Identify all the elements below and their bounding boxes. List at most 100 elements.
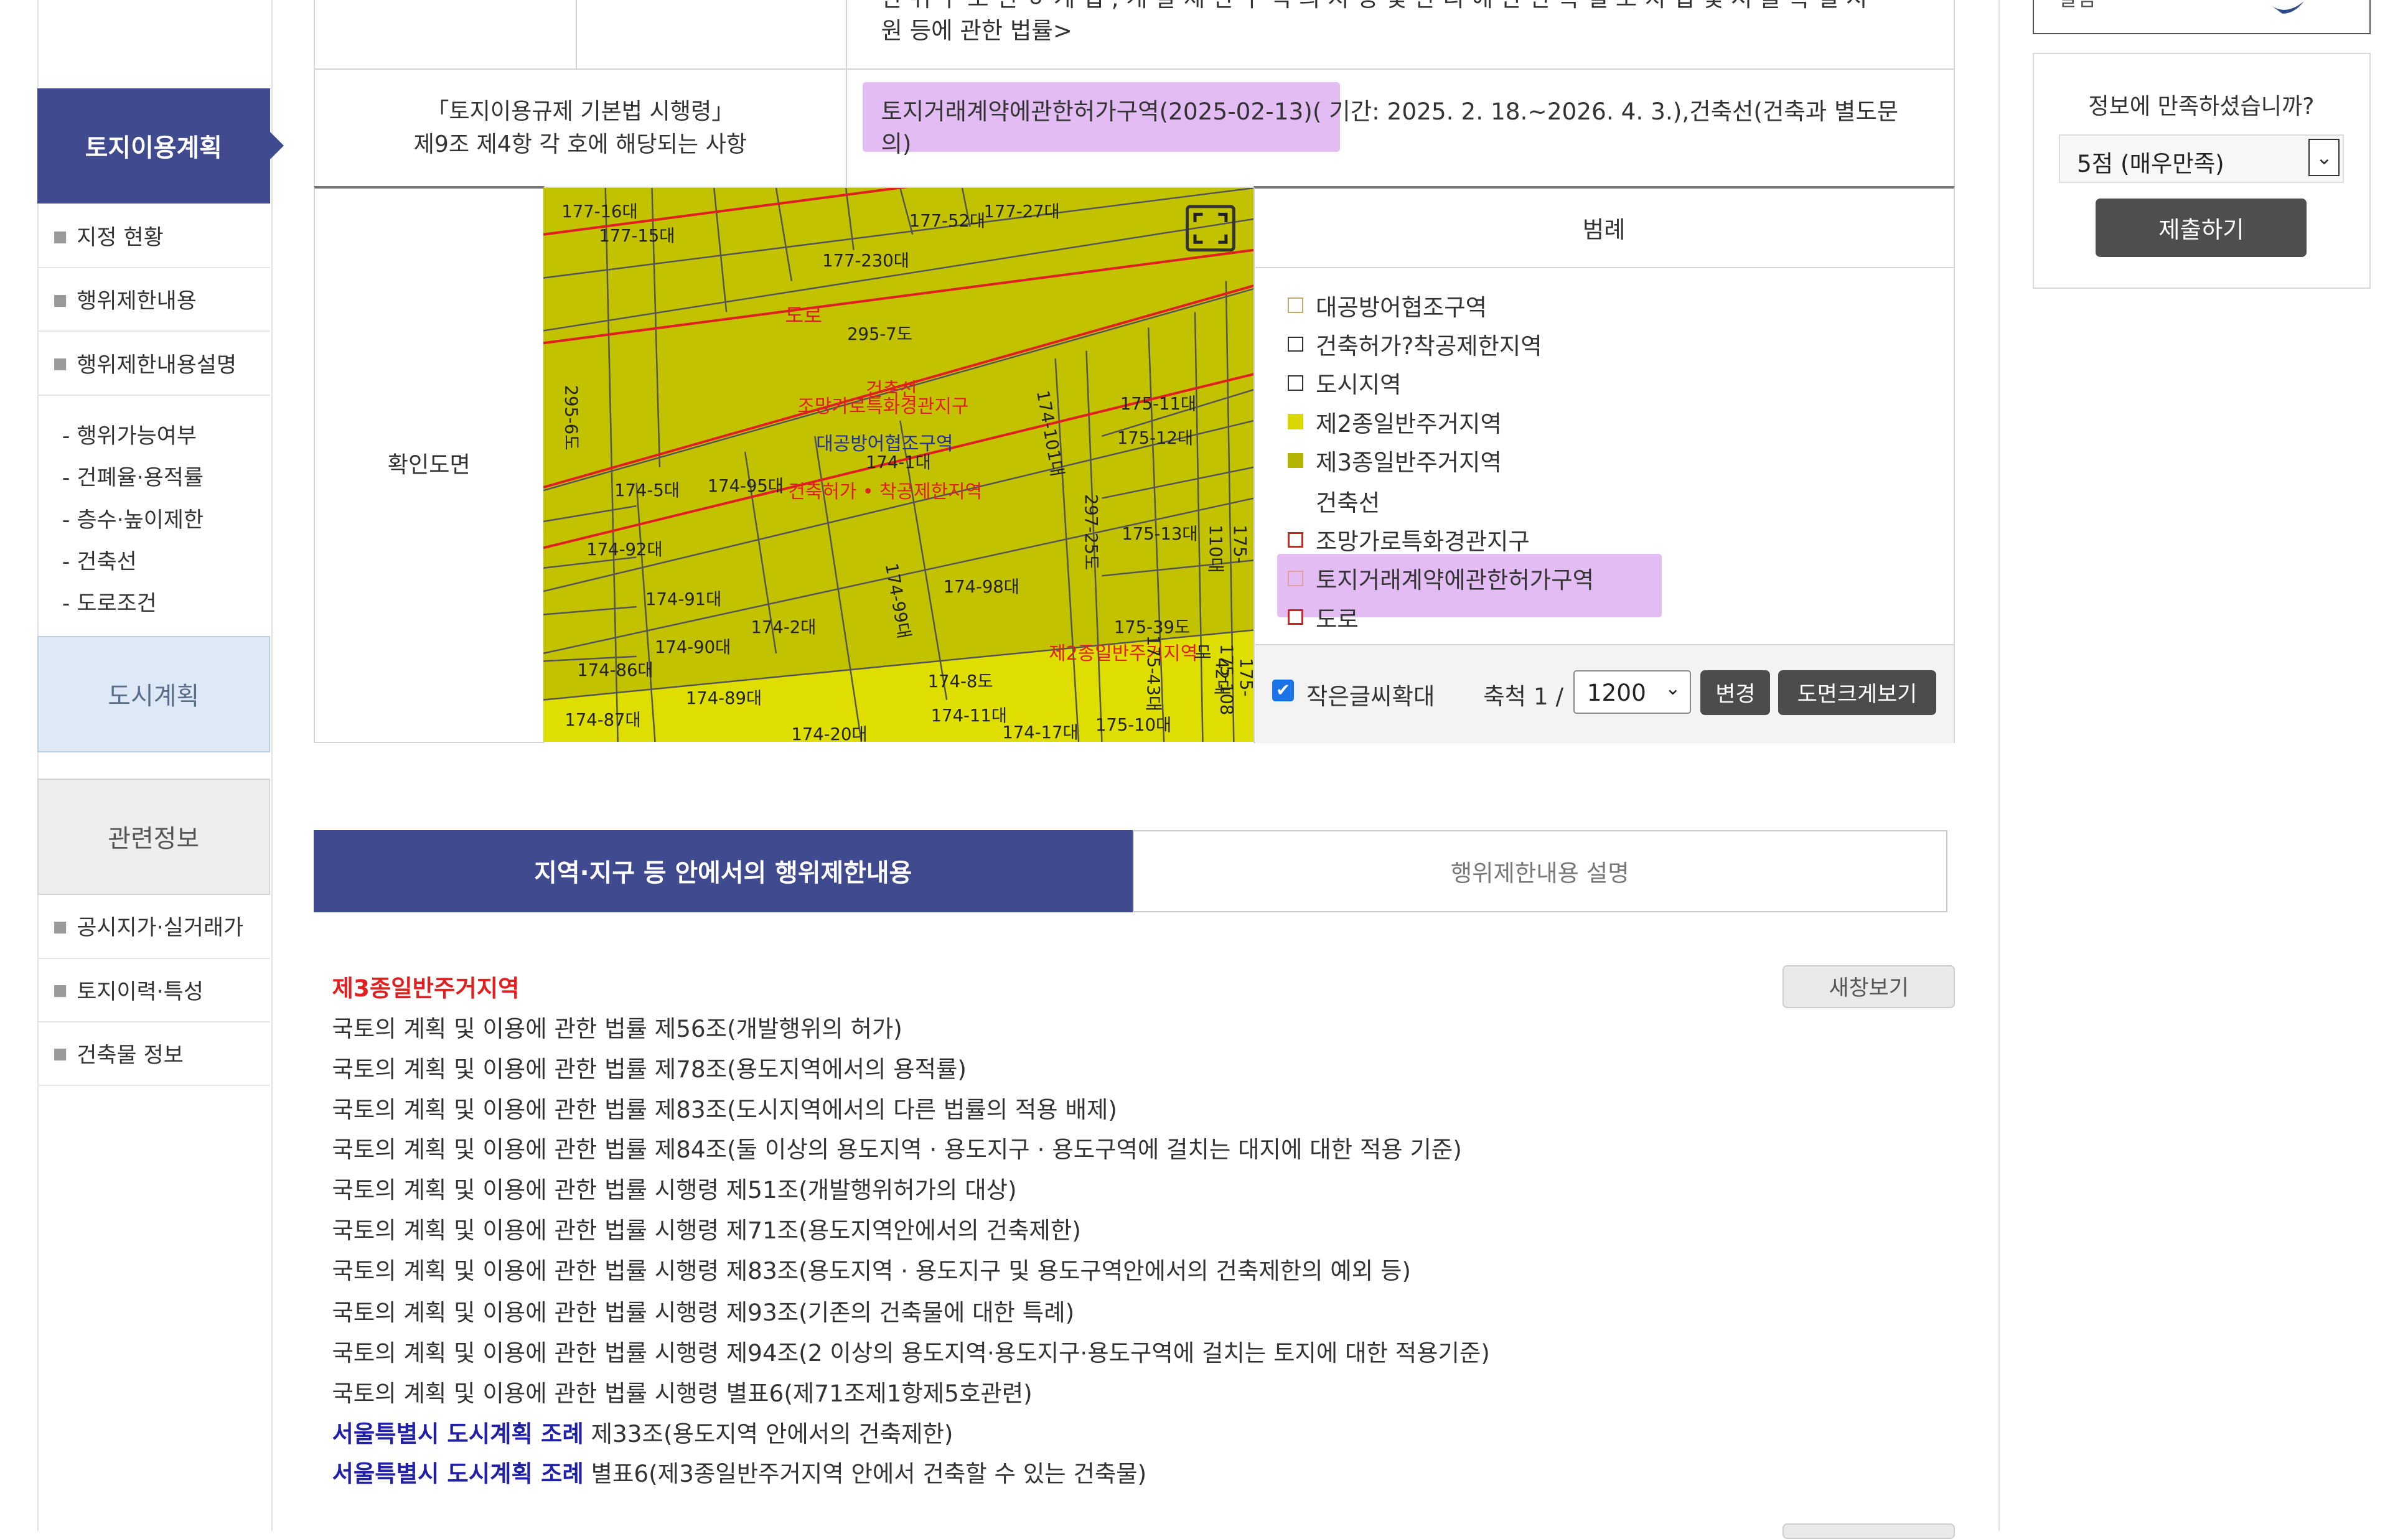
scale-select-value: 1200 xyxy=(1586,679,1646,707)
tab-restrictions[interactable]: 지역·지구 등 안에서의 행위제한내용 xyxy=(313,830,1133,912)
map-label-scenic-district: 조망가로특화경관지구 xyxy=(797,396,969,418)
map-label-lot: 175-110대 xyxy=(1206,525,1250,573)
law-link[interactable]: 국토의 계획 및 이용에 관한 법률 시행령 별표6(제71조제1항제5호관련) xyxy=(332,1375,1032,1408)
tab-label: 행위제한내용 설명 xyxy=(1450,859,1629,887)
map-label-lot: 175-11대 xyxy=(1120,394,1197,414)
scale-change-button[interactable]: 변경 xyxy=(1700,670,1771,716)
permit-zone-text: 토지거래계약에관한허가구역(2025-02-13) xyxy=(881,98,1313,126)
law-link[interactable]: 국토의 계획 및 이용에 관한 법률 시행령 제71조(용도지역안에서의 건축제… xyxy=(332,1212,1080,1245)
map-label-lot: 177-230대 xyxy=(822,251,909,271)
law-link[interactable]: 국토의 계획 및 이용에 관한 법률 제83조(도시지역에서의 다른 법률의 적… xyxy=(332,1091,1117,1125)
new-window-button[interactable]: 새창보기 xyxy=(1783,965,1956,1009)
survey-select[interactable]: 5점 (매우만족) ⌄ xyxy=(2058,134,2345,183)
sidebar-item-label: 지정 현황 xyxy=(77,225,164,251)
row-label-line: 제9조 제4항 각 호에 해당되는 사항 xyxy=(413,130,747,157)
map-label-lot: 174-20대 xyxy=(791,724,868,742)
map-label-zone2: 제2종일반주거지역 xyxy=(1049,642,1198,665)
legend-swatch xyxy=(1288,375,1304,391)
legend-swatch xyxy=(1288,570,1304,586)
scale-select[interactable]: 1200 ⌄ xyxy=(1573,670,1692,714)
sidebar-item-restrictions[interactable]: ■ 행위제한내용 xyxy=(37,268,270,332)
legend-item-building-line: 건축선 xyxy=(1288,484,1380,518)
small-text-label: 작은글씨확대 xyxy=(1306,683,1435,711)
law-link[interactable]: 국토의 계획 및 이용에 관한 법률 제56조(개발행위의 허가) xyxy=(332,1010,902,1044)
legend-swatch xyxy=(1288,452,1304,469)
map-label-lot: 177-15대 xyxy=(599,227,675,246)
regulation-value-line: 의) xyxy=(881,130,912,158)
enlarge-map-button[interactable]: 도면크게보기 xyxy=(1778,670,1937,716)
row-label-regulation: 「토지이용규제 기본법 시행령」 제9조 제4항 각 호에 해당되는 사항 xyxy=(313,68,848,188)
legend-item-zone3: 제3종일반주거지역 xyxy=(1288,444,1502,477)
legend-item-zone2: 제2종일반주거지역 xyxy=(1288,405,1502,439)
survey-question: 정보에 만족하셨습니까? xyxy=(2088,92,2315,119)
tab-restrictions-desc[interactable]: 행위제한내용 설명 xyxy=(1132,830,1947,912)
legend-item-road: 도로 xyxy=(1288,601,1359,634)
right-divider xyxy=(1998,0,2000,1532)
button-label: 도면크게보기 xyxy=(1797,682,1918,708)
notice-partial-text: 알림 xyxy=(2059,0,2096,12)
law-link[interactable]: 국토의 계획 및 이용에 관한 법률 제84조(둘 이상의 용도지역 · 용도지… xyxy=(332,1131,1461,1164)
map-label-lot: 174-89대 xyxy=(685,689,762,709)
button-label: 변경 xyxy=(1715,682,1756,708)
ordinance-name: 서울특별시 도시계획 조례 xyxy=(332,1460,584,1488)
notice-box[interactable]: 알림 xyxy=(2032,0,2371,34)
law-link[interactable]: 국토의 계획 및 이용에 관한 법률 시행령 제93조(기존의 건축물에 대한 … xyxy=(332,1294,1074,1327)
row-label-line: 「토지이용규제 기본법 시행령」 xyxy=(426,98,734,125)
sidebar-sub-height-limit[interactable]: - 층수·높이제한 xyxy=(62,503,204,534)
law-text: 국토의 계획 및 이용에 관한 법률 제56조(개발행위의 허가) xyxy=(332,1014,902,1042)
law-text: 국토의 계획 및 이용에 관한 법률 시행령 제51조(개발행위허가의 대상) xyxy=(332,1176,1017,1204)
map-label-lot: 175-12대 xyxy=(1117,428,1194,448)
sidebar-item-land-use-plan[interactable]: 토지이용계획 xyxy=(37,88,284,203)
button-label: 제출하기 xyxy=(2158,215,2244,243)
sidebar-sub-coverage-ratio[interactable]: - 건폐율·용적률 xyxy=(62,461,204,492)
sidebar-item-land-price[interactable]: ■ 공시지가·실거래가 xyxy=(37,895,270,959)
small-text-checkbox[interactable]: ✔ xyxy=(1272,679,1295,701)
map-label-lot: 174-101대 xyxy=(1033,388,1067,478)
map-label-lot: 174-99대 xyxy=(881,561,914,640)
partial-button[interactable] xyxy=(1783,1523,1956,1539)
survey-select-value: 5점 (매우만족) xyxy=(2076,150,2224,178)
map-label-lot: 174-11대 xyxy=(930,706,1008,726)
sidebar-item-building-info[interactable]: ■ 건축물 정보 xyxy=(37,1022,270,1087)
sidebar-item-land-history[interactable]: ■ 토지이력·특성 xyxy=(37,959,270,1022)
zone-title: 제3종일반주거지역 xyxy=(332,975,520,1003)
legend-label: 건축허가?착공제한지역 xyxy=(1315,332,1542,360)
bullet-icon: ■ xyxy=(52,354,68,373)
sidebar-sub-building-line[interactable]: - 건축선 xyxy=(62,545,137,576)
legend-label: 제3종일반주거지역 xyxy=(1315,448,1502,476)
chevron-down-icon: ⌄ xyxy=(2308,139,2340,177)
sidebar-sub-permission[interactable]: - 행위가능여부 xyxy=(62,419,197,450)
legend-item-urban-area: 도시지역 xyxy=(1288,366,1402,400)
confirmation-map[interactable]: 도로 295-7도 건축선 조망가로특화경관지구 대공방어협조구역 174-1대… xyxy=(543,187,1254,742)
table-cell-top-value: 간 위 구 조 전 ㅎ 계 법 , 개 발 제 한 구 역 의 지 정 및 관 … xyxy=(845,0,1956,70)
sidebar-box-related-info[interactable]: 관련정보 xyxy=(37,779,270,896)
law-link[interactable]: 국토의 계획 및 이용에 관한 법률 제78조(용도지역에서의 용적률) xyxy=(332,1050,967,1084)
legend-label: 건축선 xyxy=(1315,489,1380,517)
sidebar-item-label: 행위제한내용 xyxy=(77,289,197,314)
law-link[interactable]: 국토의 계획 및 이용에 관한 법률 시행령 제51조(개발행위허가의 대상) xyxy=(332,1171,1016,1205)
legend-item-permit-zone: 토지거래계약에관한허가구역 xyxy=(1288,561,1594,595)
sidebar-item-designation-status[interactable]: ■ 지정 현황 xyxy=(37,205,270,269)
law-link[interactable]: 서울특별시 도시계획 조례 별표6(제3종일반주거지역 안에서 건축할 수 있는… xyxy=(332,1455,1146,1489)
legend-label: 제2종일반주거지역 xyxy=(1315,409,1502,437)
sidebar-box-label: 도시계획 xyxy=(108,682,200,711)
map-label-lot: 175-42대 xyxy=(1212,658,1254,697)
sidebar-box-city-plan[interactable]: 도시계획 xyxy=(37,636,270,753)
map-label-lot: 174-86대 xyxy=(577,661,654,681)
regulation-value-line: 토지거래계약에관한허가구역(2025-02-13)( 기간: 2025. 2. … xyxy=(881,93,1898,126)
map-label-lot: 174-87대 xyxy=(565,711,641,731)
legend-label: 대공방어협조구역 xyxy=(1315,293,1487,321)
sidebar-item-restrictions-desc[interactable]: ■ 행위제한내용설명 xyxy=(37,332,270,396)
map-label-lot: 174-8도 xyxy=(927,671,993,691)
law-link[interactable]: 국토의 계획 및 이용에 관한 법률 시행령 제94조(2 이상의 용도지역·용… xyxy=(332,1334,1489,1368)
sidebar-item-label: 공시지가·실거래가 xyxy=(77,915,244,941)
law-link[interactable]: 국토의 계획 및 이용에 관한 법률 시행령 제83조(용도지역 · 용도지구 … xyxy=(332,1252,1410,1286)
sidebar-sub-road-condition[interactable]: - 도로조건 xyxy=(62,586,157,617)
map-label-restrict-zone: 건축허가 • 착공제한지역 xyxy=(788,481,983,503)
law-link[interactable]: 서울특별시 도시계획 조례 제33조(용도지역 안에서의 건축제한) xyxy=(332,1415,953,1449)
sidebar-item-label: 행위제한내용설명 xyxy=(77,352,237,378)
survey-box: 정보에 만족하셨습니까? 5점 (매우만족) ⌄ 제출하기 xyxy=(2032,52,2371,289)
submit-button[interactable]: 제출하기 xyxy=(2096,198,2307,258)
law-text: 국토의 계획 및 이용에 관한 법률 시행령 제71조(용도지역안에서의 건축제… xyxy=(332,1216,1081,1244)
legend-swatch xyxy=(1288,493,1303,508)
